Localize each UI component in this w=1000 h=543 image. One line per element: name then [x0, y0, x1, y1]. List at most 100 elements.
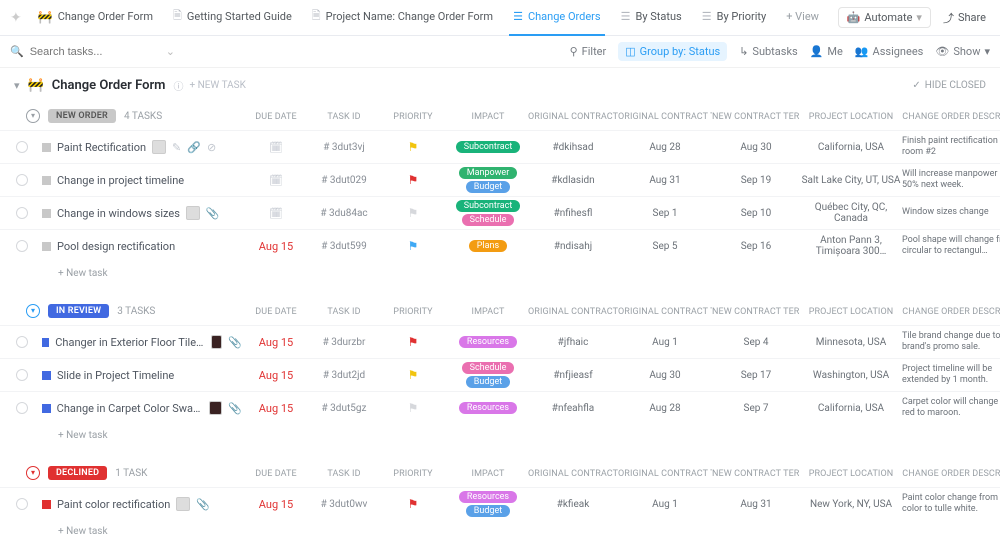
robot-icon: 🤖: [847, 11, 861, 24]
task-name: Changer in Exterior Floor Tiles Swatch: [55, 336, 204, 349]
original-contract-id: #nfihesfl: [528, 208, 618, 219]
tab-getting-started[interactable]: 🗎 Getting Started Guide: [169, 0, 296, 36]
calendar-icon[interactable]: 🗓: [269, 141, 283, 154]
priority-flag[interactable]: ⚑: [408, 497, 419, 511]
task-id: # 3dut599: [310, 241, 378, 252]
change-description: Project timeline will be extended by 1 m…: [902, 364, 1000, 387]
task-id: # 3du84ac: [310, 208, 378, 219]
group-icon: ◫: [625, 45, 635, 58]
page-title-row: ▾ 🚧 Change Order Form ⓘ + NEW TASK ✓ HID…: [0, 68, 1000, 102]
impact-cell: Resources: [448, 336, 528, 348]
link-icon[interactable]: 🔗: [187, 141, 201, 154]
thumbnail: [209, 401, 223, 415]
complete-toggle[interactable]: [16, 207, 28, 219]
new-task-button[interactable]: + New task: [0, 262, 1000, 285]
task-row[interactable]: Pool design rectification Aug 15 # 3dut5…: [0, 229, 1000, 262]
priority-flag[interactable]: ⚑: [408, 239, 419, 253]
new-task-link[interactable]: + NEW TASK: [189, 80, 245, 91]
original-contract-term: Sep 1: [618, 208, 712, 219]
complete-toggle[interactable]: [16, 402, 28, 414]
tab-label: Project Name: Change Order Form: [326, 10, 493, 23]
change-description: Tile brand change due to other brand's p…: [902, 331, 1000, 354]
task-name: Pool design rectification: [57, 240, 175, 253]
tab-by-status[interactable]: ☰ By Status: [617, 0, 686, 36]
new-task-button[interactable]: + New task: [0, 520, 1000, 543]
collapse-caret[interactable]: ▾: [14, 79, 20, 92]
attachment-icon[interactable]: 📎: [196, 498, 210, 511]
new-task-button[interactable]: + New task: [0, 424, 1000, 447]
group-by-button[interactable]: ◫Group by: Status: [618, 42, 727, 61]
status-pill[interactable]: NEW ORDER: [48, 109, 116, 123]
list-icon: ☰: [621, 10, 631, 23]
priority-flag[interactable]: ⚑: [408, 368, 419, 382]
show-button[interactable]: 👁Show▾: [935, 45, 990, 58]
complete-toggle[interactable]: [16, 369, 28, 381]
complete-toggle[interactable]: [16, 240, 28, 252]
tab-label: By Status: [635, 10, 681, 23]
task-id: # 3dut029: [310, 175, 378, 186]
calendar-icon[interactable]: 🗓: [269, 207, 283, 220]
subtasks-button[interactable]: ↳Subtasks: [739, 45, 798, 58]
complete-toggle[interactable]: [16, 336, 28, 348]
info-icon[interactable]: ⓘ: [173, 78, 183, 93]
tab-by-priority[interactable]: ☰ By Priority: [698, 0, 770, 36]
change-description: Finish paint rectification in room #2: [902, 136, 1000, 159]
group-collapse-icon[interactable]: ▾: [26, 466, 40, 480]
priority-flag[interactable]: ⚑: [408, 335, 419, 349]
task-row[interactable]: Paint Rectification ✎🔗⊘ 🗓 # 3dut3vj ⚑ Su…: [0, 130, 1000, 163]
share-button[interactable]: ⤴ Share: [939, 7, 990, 29]
impact-tag: Subcontract: [456, 141, 521, 153]
original-contract-id: #dkihsad: [528, 142, 618, 153]
impact-cell: Plans: [448, 240, 528, 252]
calendar-icon[interactable]: 🗓: [269, 174, 283, 187]
impact-tag: Manpower: [459, 167, 518, 179]
original-contract-term: Aug 1: [618, 499, 712, 510]
search-input[interactable]: [30, 46, 120, 58]
attachment-icon[interactable]: 📎: [228, 336, 242, 349]
filter-button[interactable]: ⚲Filter: [570, 45, 607, 58]
status-pill[interactable]: IN REVIEW: [48, 304, 109, 318]
me-button[interactable]: 👤Me: [810, 45, 843, 58]
tab-change-orders[interactable]: ☰ Change Orders: [509, 0, 605, 36]
attachment-icon[interactable]: 📎: [228, 402, 242, 415]
chevron-down-icon[interactable]: ⌄: [166, 45, 175, 58]
task-row[interactable]: Paint color rectification 📎 Aug 15 # 3du…: [0, 487, 1000, 520]
project-location: Québec City, QC, Canada: [800, 202, 902, 224]
due-date: Aug 15: [259, 336, 293, 349]
change-description: Carpet color will change from red to mar…: [902, 397, 1000, 420]
priority-flag[interactable]: ⚑: [408, 401, 419, 415]
impact-tag: Resources: [459, 402, 517, 414]
search-field[interactable]: 🔍 ⌄: [10, 45, 175, 58]
edit-icon[interactable]: ✎: [172, 141, 181, 154]
status-square: [42, 176, 51, 185]
hide-closed-toggle[interactable]: ✓ HIDE CLOSED: [912, 80, 986, 91]
group-collapse-icon[interactable]: ▾: [26, 109, 40, 123]
priority-flag[interactable]: ⚑: [408, 140, 419, 154]
task-row[interactable]: Change in Carpet Color Swatch 📎 Aug 15 #…: [0, 391, 1000, 424]
complete-toggle[interactable]: [16, 498, 28, 510]
automate-button[interactable]: 🤖 Automate ▾: [838, 7, 931, 28]
status-pill[interactable]: DECLINED: [48, 466, 107, 480]
assignees-button[interactable]: 👥Assignees: [855, 45, 924, 58]
original-contract-id: #nfeahfla: [528, 403, 618, 414]
priority-flag[interactable]: ⚑: [408, 206, 419, 220]
tag-icon[interactable]: ⊘: [207, 141, 216, 154]
task-row[interactable]: Change in windows sizes 📎 🗓 # 3du84ac ⚑ …: [0, 196, 1000, 229]
task-row[interactable]: Slide in Project Timeline Aug 15 # 3dut2…: [0, 358, 1000, 391]
add-view-button[interactable]: + View: [782, 0, 823, 36]
complete-toggle[interactable]: [16, 174, 28, 186]
task-name: Change in Carpet Color Swatch: [57, 402, 203, 415]
task-row[interactable]: Change in project timeline 🗓 # 3dut029 ⚑…: [0, 163, 1000, 196]
priority-flag[interactable]: ⚑: [408, 173, 419, 187]
attachment-icon[interactable]: 📎: [206, 207, 220, 220]
task-row[interactable]: Changer in Exterior Floor Tiles Swatch 📎…: [0, 325, 1000, 358]
new-contract-term: Sep 19: [712, 175, 800, 186]
status-square: [42, 209, 51, 218]
original-contract-id: #jfhaic: [528, 337, 618, 348]
complete-toggle[interactable]: [16, 141, 28, 153]
group-collapse-icon[interactable]: ▾: [26, 304, 40, 318]
task-id: # 3dut3vj: [310, 142, 378, 153]
tab-change-order-form[interactable]: 🚧 Change Order Form: [34, 0, 157, 36]
tab-project-name[interactable]: 🗎 Project Name: Change Order Form: [308, 0, 497, 36]
thumbnail: [176, 497, 190, 511]
